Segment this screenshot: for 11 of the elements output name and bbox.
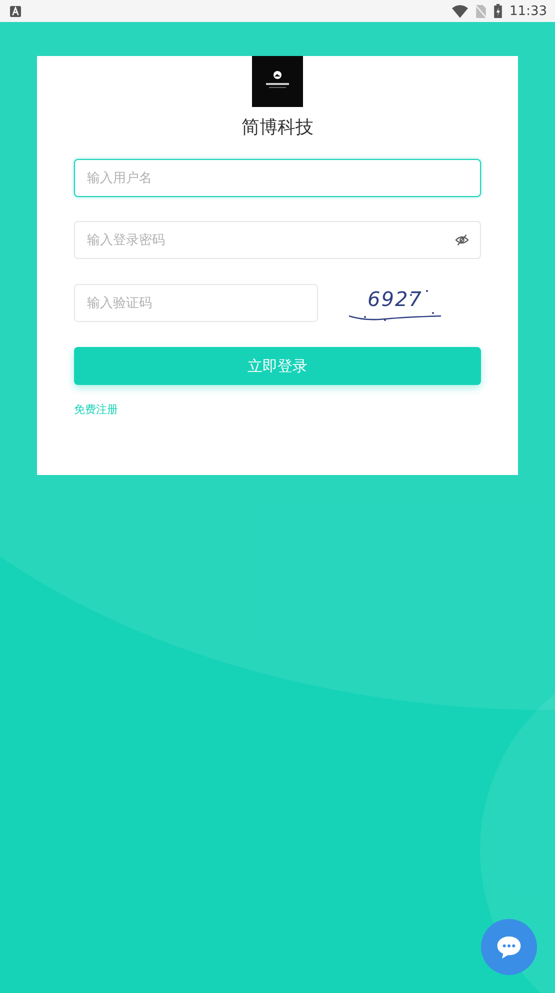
wifi-icon xyxy=(452,4,468,18)
captcha-image[interactable]: 6927 xyxy=(345,283,445,323)
no-sim-icon xyxy=(476,4,486,18)
login-button[interactable]: 立即登录 xyxy=(74,347,481,385)
clock-time: 11:33 xyxy=(510,4,547,18)
hidden-eye-icon[interactable] xyxy=(455,234,469,246)
register-link[interactable]: 免费注册 xyxy=(74,402,118,417)
input-field[interactable]: 输入用户名 xyxy=(74,159,481,197)
notification-icon xyxy=(10,6,21,16)
battery-charging-icon xyxy=(494,4,502,18)
brand-title: 简博科技 xyxy=(240,116,314,139)
